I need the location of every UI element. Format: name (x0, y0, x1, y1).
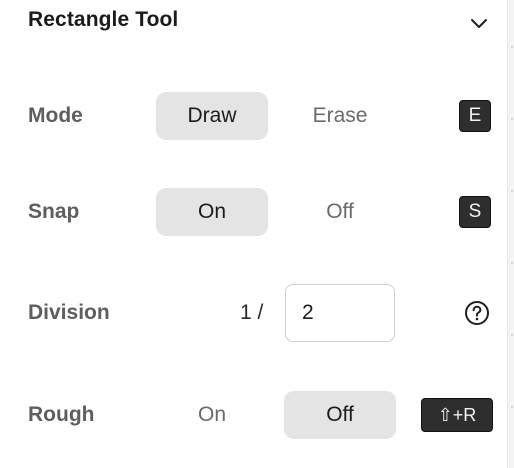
chevron-down-icon[interactable] (468, 12, 490, 34)
edge-marker (511, 46, 513, 48)
rough-row: Rough On Off ⇧+R (0, 391, 507, 439)
rough-shortcut-key: ⇧+R (421, 398, 493, 432)
division-prefix: 1 / (240, 301, 264, 324)
rough-on-button[interactable]: On (156, 391, 268, 439)
rectangle-tool-panel: Rectangle Tool Mode Draw Erase E Snap On… (0, 0, 507, 468)
edge-marker (511, 118, 513, 120)
snap-label: Snap (28, 200, 80, 223)
snap-shortcut-key: S (459, 196, 491, 228)
division-label: Division (28, 301, 110, 324)
panel-header[interactable]: Rectangle Tool (28, 0, 490, 42)
snap-on-button[interactable]: On (156, 188, 268, 236)
edge-marker (511, 406, 513, 408)
mode-erase-button[interactable]: Erase (284, 92, 396, 140)
snap-row: Snap On Off S (0, 188, 507, 236)
rough-label: Rough (28, 403, 95, 426)
division-input[interactable] (285, 284, 395, 342)
mode-draw-button[interactable]: Draw (156, 92, 268, 140)
edge-marker (511, 334, 513, 336)
edge-marker (511, 190, 513, 192)
mode-label: Mode (28, 104, 83, 127)
mode-row: Mode Draw Erase E (0, 92, 507, 140)
mode-shortcut-key: E (459, 100, 491, 132)
edge-marker (511, 262, 513, 264)
panel-title: Rectangle Tool (28, 8, 179, 31)
rough-off-button[interactable]: Off (284, 391, 396, 439)
panel-scroll-edge[interactable] (507, 0, 514, 468)
question-circle-icon[interactable] (464, 300, 490, 326)
snap-off-button[interactable]: Off (284, 188, 396, 236)
division-row: Division 1 / (0, 284, 507, 342)
